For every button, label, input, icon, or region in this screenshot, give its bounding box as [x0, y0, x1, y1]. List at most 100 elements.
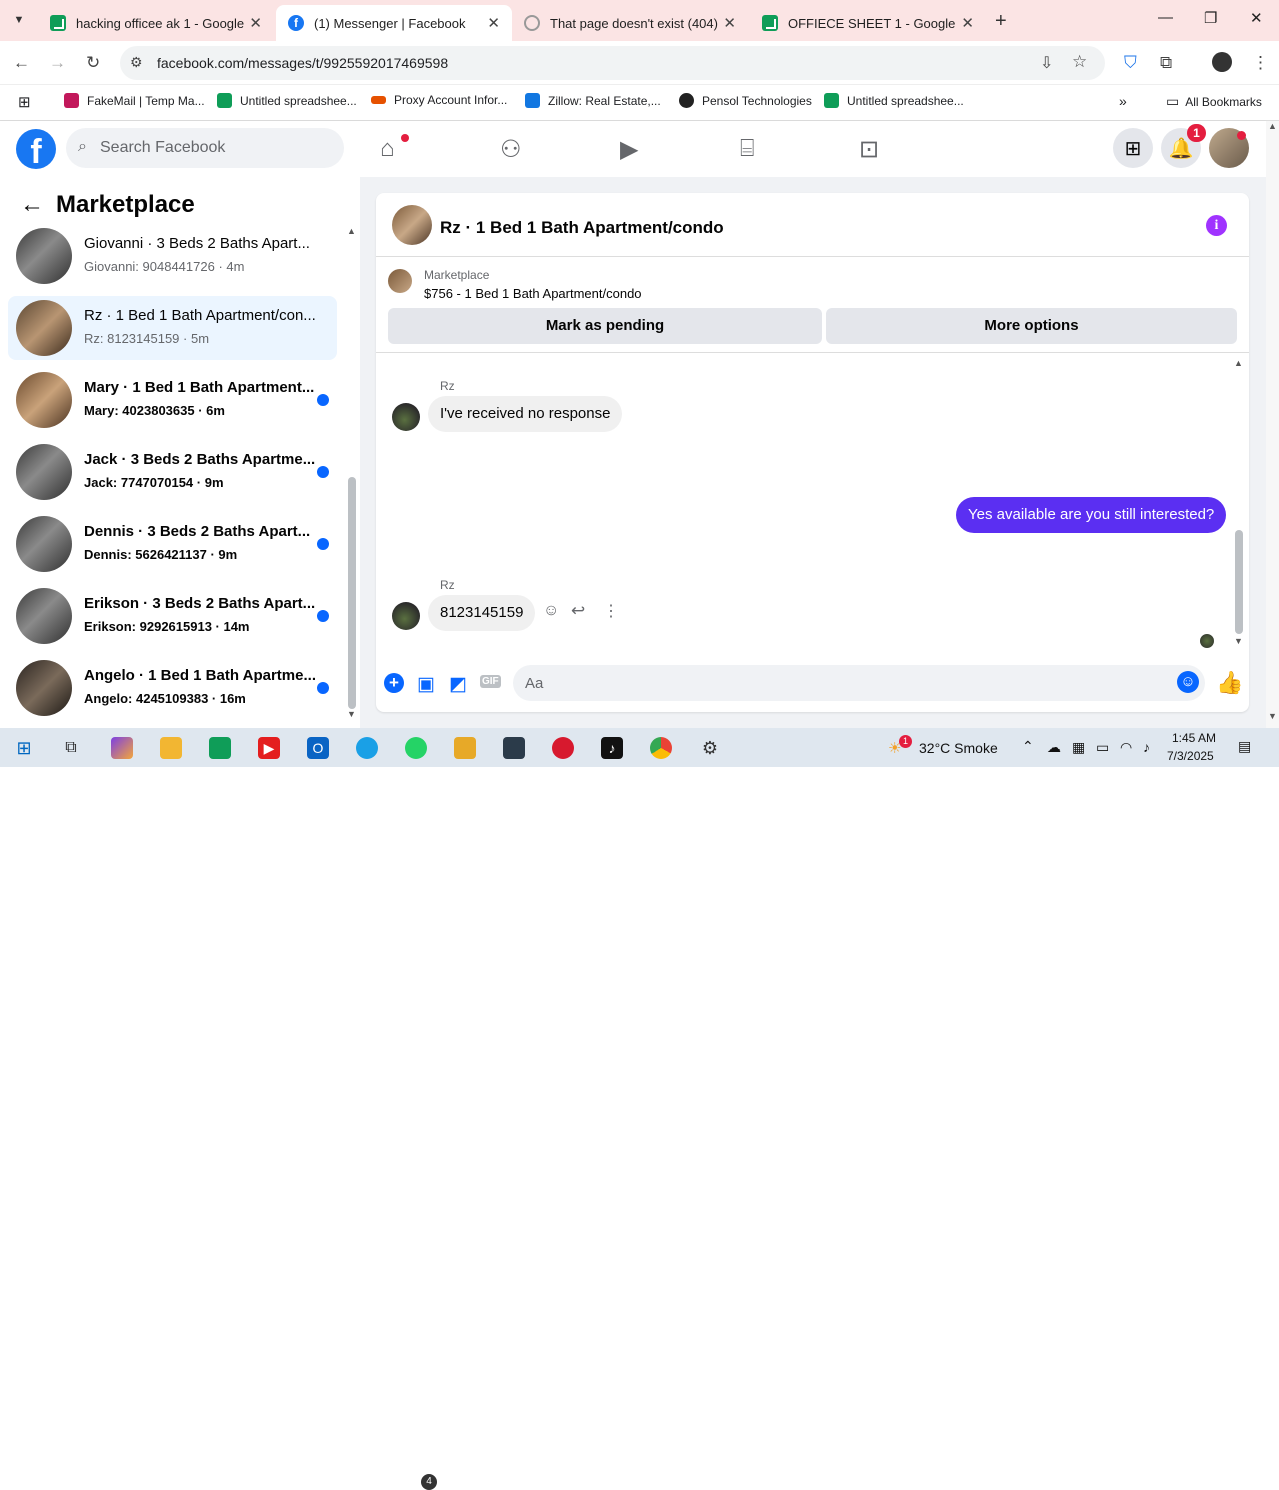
address-bar[interactable]: ⚙ facebook.com/messages/t/99255920174695… — [120, 46, 1105, 80]
conversation-item[interactable]: Mary · 1 Bed 1 Bath Apartment... Mary: 4… — [8, 368, 337, 432]
message-input[interactable]: Aa ☺ — [513, 665, 1205, 701]
task-view-icon[interactable]: ⧉ — [60, 737, 82, 759]
scroll-down-icon[interactable]: ▼ — [347, 709, 356, 719]
close-icon[interactable]: ✕ — [723, 14, 736, 32]
tray-chevron-icon[interactable]: ⌃ — [1022, 738, 1034, 755]
bookmark-pensol[interactable]: Pensol Technologies — [679, 93, 812, 108]
message-bubble-incoming[interactable]: I've received no response — [428, 396, 623, 432]
watch-icon[interactable]: ▶ — [620, 135, 638, 164]
thumbs-up-icon[interactable]: 👍 — [1216, 670, 1243, 696]
tray-app-icon[interactable]: ▦ — [1072, 739, 1085, 756]
weather-text[interactable]: 32°C Smoke — [919, 740, 998, 756]
scroll-up-icon[interactable]: ▲ — [347, 226, 356, 236]
restore-icon[interactable]: ❐ — [1204, 9, 1217, 27]
gif-icon[interactable]: GIF — [480, 675, 501, 688]
site-info-icon[interactable]: ⚙ — [130, 54, 143, 71]
marketplace-icon[interactable]: ⌸ — [740, 135, 754, 163]
menu-grid-icon[interactable]: ⊞ — [1113, 128, 1153, 168]
message-bubble-incoming[interactable]: 8123145159 — [428, 595, 536, 631]
search-facebook-input[interactable]: ⌕ Search Facebook — [66, 128, 344, 168]
scroll-up-icon[interactable]: ▲ — [1234, 358, 1243, 368]
back-icon[interactable]: ← — [13, 53, 30, 73]
chat-scrollbar[interactable]: ▲ ▼ — [1233, 358, 1245, 647]
scroll-down-icon[interactable]: ▼ — [1234, 636, 1243, 646]
window-close-icon[interactable]: ✕ — [1250, 9, 1263, 27]
copilot-icon[interactable] — [111, 737, 133, 759]
friends-icon[interactable]: ⚇ — [500, 135, 522, 164]
bookmark-spreadsheet-1[interactable]: Untitled spreadshee... — [217, 93, 357, 108]
mark-as-pending-button[interactable]: Mark as pending — [388, 308, 822, 344]
clock-date[interactable]: 7/3/2025 — [1167, 749, 1214, 763]
more-options-button[interactable]: More options — [826, 308, 1237, 344]
tab-404[interactable]: That page doesn't exist (404) - Facebook… — [512, 5, 748, 41]
gaming-icon[interactable]: ⊡ — [859, 135, 879, 164]
opera-icon[interactable] — [552, 737, 574, 759]
page-scrollbar[interactable]: ▲ ▼ — [1266, 121, 1279, 728]
bookmark-spreadsheet-2[interactable]: Untitled spreadshee... — [824, 93, 964, 108]
conversation-item[interactable]: Erikson · 3 Beds 2 Baths Apart... Erikso… — [8, 584, 337, 648]
facebook-logo-icon[interactable]: f — [16, 129, 56, 171]
windows-start-icon[interactable]: ⊞ — [13, 737, 35, 759]
edge-icon[interactable] — [356, 737, 378, 759]
tab-search-chevron-icon[interactable]: ▼ — [6, 8, 32, 32]
tray-cloud-icon[interactable]: ☁ — [1047, 739, 1061, 756]
outlook-icon[interactable]: O — [307, 737, 329, 759]
scroll-down-icon[interactable]: ▼ — [1268, 711, 1277, 721]
react-smiley-icon[interactable]: ☺ — [543, 602, 559, 620]
sticker-icon[interactable]: ◩ — [449, 673, 467, 696]
tab-sheets-2[interactable]: OFFIECE SHEET 1 - Google Sheets ✕ — [750, 5, 986, 41]
conversation-item[interactable]: Dennis · 3 Beds 2 Baths Apart... Dennis:… — [8, 512, 337, 576]
close-icon[interactable]: ✕ — [249, 14, 262, 32]
message-bubble-outgoing[interactable]: Yes available are you still interested? — [956, 497, 1227, 533]
more-actions-icon[interactable]: ⋮ — [603, 601, 619, 621]
conversation-item[interactable]: Jack · 3 Beds 2 Baths Apartme... Jack: 7… — [8, 440, 337, 504]
notification-center-icon[interactable]: ▤ — [1238, 738, 1251, 755]
apps-grid-icon[interactable]: ⊞ — [18, 93, 31, 111]
extensions-icon[interactable]: ⧉ — [1160, 53, 1172, 73]
conversation-item-selected[interactable]: Rz · 1 Bed 1 Bath Apartment/con... Rz: 8… — [8, 296, 337, 360]
info-icon[interactable]: i — [1206, 215, 1227, 236]
scrollbar-thumb[interactable] — [348, 477, 356, 709]
tab-sheets-1[interactable]: hacking officee ak 1 - Google Sheets ✕ — [38, 5, 274, 41]
more-bookmarks-icon[interactable]: » — [1119, 93, 1127, 109]
file-explorer-icon[interactable] — [160, 737, 182, 759]
settings-gear-icon[interactable]: ⚙ — [699, 737, 721, 759]
tiktok-icon[interactable]: ♪ — [601, 737, 623, 759]
sender-avatar[interactable] — [392, 602, 420, 630]
photo-icon[interactable]: ▣ — [417, 673, 435, 696]
medal-app-icon[interactable] — [454, 737, 476, 759]
sender-avatar[interactable] — [392, 403, 420, 431]
scroll-up-icon[interactable]: ▲ — [1268, 121, 1277, 131]
close-icon[interactable]: ✕ — [487, 14, 500, 32]
profile-avatar[interactable] — [1212, 52, 1232, 72]
bookmark-star-icon[interactable]: ☆ — [1072, 52, 1087, 72]
conversation-item[interactable]: Angelo · 1 Bed 1 Bath Apartme... Angelo:… — [8, 656, 337, 720]
sidebar-scrollbar[interactable]: ▲ ▼ — [347, 226, 356, 719]
minimize-icon[interactable]: — — [1158, 9, 1173, 26]
chat-avatar[interactable] — [392, 205, 432, 245]
bookmark-proxy[interactable]: Proxy Account Infor... — [371, 93, 507, 107]
emoji-icon[interactable]: ☺ — [1177, 671, 1199, 693]
chrome-icon[interactable] — [650, 737, 672, 759]
all-bookmarks[interactable]: ▭ All Bookmarks — [1166, 93, 1262, 110]
conversation-item[interactable]: Giovanni · 3 Beds 2 Baths Apart... Giova… — [8, 224, 337, 288]
youtube-icon[interactable]: ▶ — [258, 737, 280, 759]
menu-kebab-icon[interactable]: ⋮ — [1252, 53, 1269, 73]
new-tab-icon[interactable]: + — [995, 10, 1007, 33]
install-icon[interactable]: ⇩ — [1040, 53, 1053, 73]
back-arrow-icon[interactable]: ← — [20, 191, 44, 219]
chat-title[interactable]: Rz · 1 Bed 1 Bath Apartment/condo — [440, 218, 724, 238]
store-icon[interactable] — [209, 737, 231, 759]
reply-icon[interactable]: ↩ — [571, 601, 585, 621]
shield-extension-icon[interactable]: ⛉ — [1124, 53, 1137, 73]
close-icon[interactable]: ✕ — [961, 14, 974, 32]
add-plus-icon[interactable]: + — [384, 673, 404, 693]
battery-icon[interactable]: ▭ — [1096, 739, 1109, 756]
bookmark-zillow[interactable]: Zillow: Real Estate,... — [525, 93, 661, 108]
volume-icon[interactable]: ♪ — [1143, 739, 1150, 755]
home-icon[interactable]: ⌂ — [380, 135, 395, 163]
clock-time[interactable]: 1:45 AM — [1172, 731, 1216, 745]
forward-icon[interactable]: → — [49, 53, 66, 73]
whatsapp-icon[interactable] — [405, 737, 427, 759]
tab-messenger[interactable]: f (1) Messenger | Facebook ✕ — [276, 5, 512, 41]
